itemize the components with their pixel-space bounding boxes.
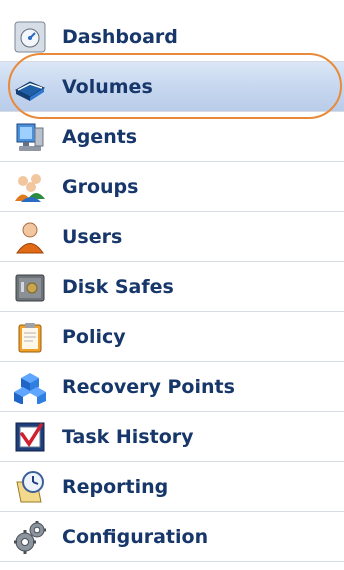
dashboard-icon [12, 19, 48, 55]
nav-item-policy[interactable]: Policy [0, 312, 344, 362]
nav-label-reporting: Reporting [62, 475, 169, 498]
nav-label-recovery-points: Recovery Points [62, 375, 235, 398]
nav-label-volumes: Volumes [62, 75, 153, 98]
recovery-points-icon [12, 369, 48, 405]
nav-label-task-history: Task History [62, 425, 194, 448]
nav-label-configuration: Configuration [62, 525, 209, 548]
nav-item-dashboard[interactable]: Dashboard [0, 12, 344, 62]
users-icon [12, 219, 48, 255]
nav-item-task-history[interactable]: Task History [0, 412, 344, 462]
configuration-icon [12, 519, 48, 555]
nav-label-policy: Policy [62, 325, 126, 348]
nav-item-volumes[interactable]: Volumes [0, 62, 344, 112]
disk-safes-icon [12, 269, 48, 305]
groups-icon [12, 169, 48, 205]
nav-label-groups: Groups [62, 175, 139, 198]
nav-item-disk-safes[interactable]: Disk Safes [0, 262, 344, 312]
nav-item-groups[interactable]: Groups [0, 162, 344, 212]
nav-item-recovery-points[interactable]: Recovery Points [0, 362, 344, 412]
agents-icon [12, 119, 48, 155]
sidebar-nav: Dashboard Volumes Agents Groups Users Di… [0, 0, 344, 570]
task-history-icon [12, 419, 48, 455]
volumes-icon [12, 69, 48, 105]
nav-label-users: Users [62, 225, 123, 248]
nav-label-dashboard: Dashboard [62, 25, 178, 48]
nav-label-disk-safes: Disk Safes [62, 275, 174, 298]
nav-item-users[interactable]: Users [0, 212, 344, 262]
nav-item-reporting[interactable]: Reporting [0, 462, 344, 512]
reporting-icon [12, 469, 48, 505]
nav-item-agents[interactable]: Agents [0, 112, 344, 162]
policy-icon [12, 319, 48, 355]
nav-item-configuration[interactable]: Configuration [0, 512, 344, 562]
nav-label-agents: Agents [62, 125, 138, 148]
